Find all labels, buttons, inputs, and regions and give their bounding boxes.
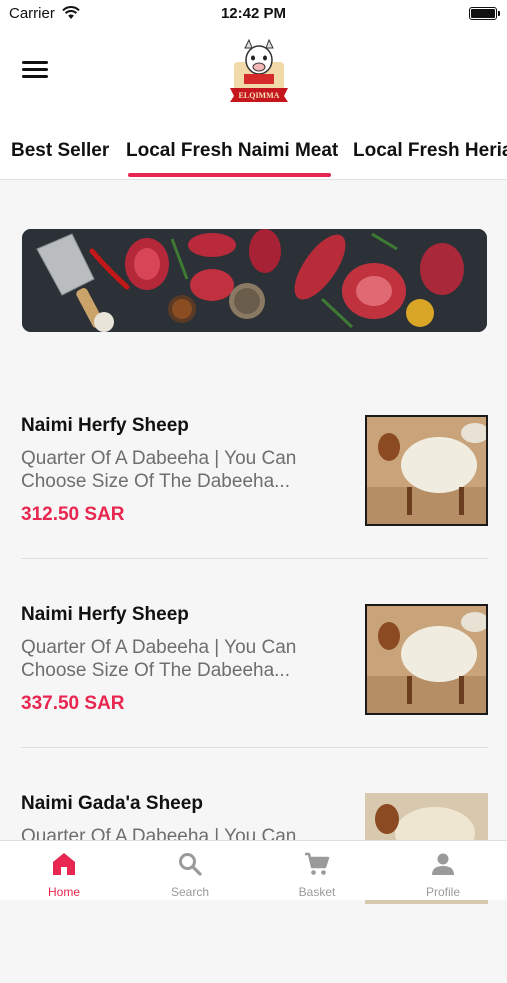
bottom-navigation: Home Search Basket Profile — [0, 840, 507, 900]
home-icon — [53, 853, 75, 875]
divider — [21, 558, 488, 559]
product-image — [365, 604, 488, 715]
nav-basket-label: Basket — [298, 885, 336, 899]
tab-local-fresh-naimi-meat[interactable]: Local Fresh Naimi Meat — [126, 140, 338, 162]
search-icon — [179, 853, 202, 876]
battery-icon — [469, 7, 500, 20]
tab-best-seller[interactable]: Best Seller — [11, 140, 109, 162]
product-name: Naimi Herfy Sheep — [21, 415, 189, 436]
nav-home-label: Home — [47, 885, 80, 899]
elqimma-logo: ELQIMMA — [230, 38, 288, 102]
product-name: Naimi Herfy Sheep — [21, 604, 189, 625]
product-card[interactable]: Naimi Herfy Sheep Quarter Of A Dabeeha |… — [0, 604, 507, 794]
promo-banner[interactable] — [22, 229, 487, 332]
cart-icon — [305, 852, 330, 875]
product-description: Quarter Of A Dabeeha | You Can Choose Si… — [21, 637, 297, 681]
product-name: Naimi Gada'a Sheep — [21, 793, 203, 814]
person-icon — [432, 853, 454, 875]
nav-search-label: Search — [170, 885, 210, 899]
product-card[interactable]: Naimi Herfy Sheep Quarter Of A Dabeeha |… — [0, 415, 507, 605]
nav-profile-label: Profile — [425, 885, 460, 899]
product-description: Quarter Of A Dabeeha | You Can Choose Si… — [21, 448, 297, 492]
tab-local-fresh-heria[interactable]: Local Fresh Heria — [353, 140, 507, 162]
nav-basket[interactable]: Basket — [254, 841, 380, 901]
hamburger-menu-button[interactable] — [22, 61, 48, 81]
clock: 12:42 PM — [220, 5, 287, 22]
product-price: 312.50 SAR — [21, 504, 125, 525]
nav-search[interactable]: Search — [127, 841, 253, 901]
nav-profile[interactable]: Profile — [380, 841, 506, 901]
product-image — [365, 415, 488, 526]
logo-wordmark: ELQIMMA — [239, 91, 280, 100]
app-header: ELQIMMA — [0, 28, 507, 118]
meat-banner-image — [22, 229, 487, 332]
active-tab-indicator — [128, 173, 331, 177]
nav-home[interactable]: Home — [1, 841, 127, 901]
category-tabs: Best Seller Local Fresh Naimi Meat Local… — [0, 118, 507, 180]
status-bar: Carrier 12:42 PM — [0, 0, 507, 28]
product-price: 337.50 SAR — [21, 693, 125, 714]
divider — [21, 747, 488, 748]
